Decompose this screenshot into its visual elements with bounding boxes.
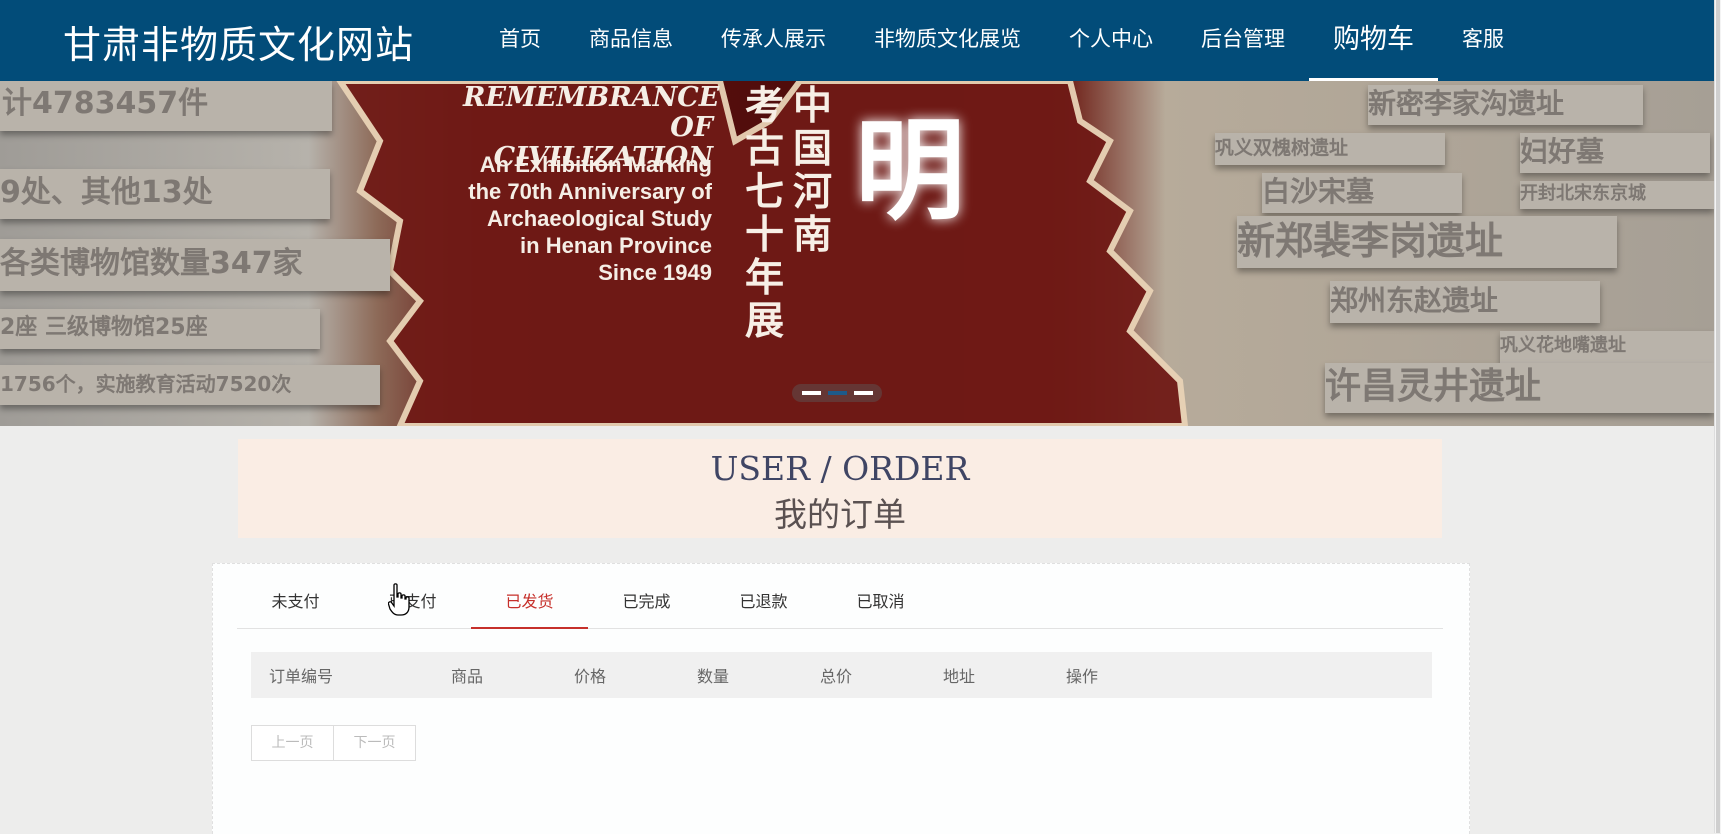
top-nav-bar: 甘肃非物质文化网站 首页 商品信息 传承人展示 非物质文化展览 个人中心 后台管…	[0, 0, 1721, 81]
plaque: 许昌灵井遗址	[1325, 363, 1714, 413]
column-header-address: 地址	[943, 667, 976, 686]
plaque: 9处、其他13处	[0, 169, 330, 219]
banner-cn-title-col1: 中国河南	[793, 84, 833, 258]
next-page-button[interactable]: 下一页	[334, 725, 416, 761]
tab-paid[interactable]: 已支付	[354, 564, 471, 628]
nav-item-home[interactable]: 首页	[475, 0, 565, 81]
banner-carousel: 计4783457件 9处、其他13处 各类博物馆数量347家 2座 三级博物馆2…	[0, 81, 1714, 426]
nav-item-customer-service[interactable]: 客服	[1438, 0, 1528, 81]
column-header-total: 总价	[820, 667, 853, 686]
page-heading-en: USER / ORDER	[710, 449, 970, 488]
plaque: 郑州东赵遗址	[1330, 281, 1600, 323]
carousel-dot-3[interactable]	[853, 391, 873, 395]
column-header-actions: 操作	[1066, 667, 1099, 686]
site-title[interactable]: 甘肃非物质文化网站	[63, 14, 414, 69]
banner-subtitle-en: An Exhibition Marking the 70th Anniversa…	[468, 152, 712, 285]
nav-item-products[interactable]: 商品信息	[565, 0, 697, 81]
nav-item-exhibition[interactable]: 非物质文化展览	[850, 0, 1045, 81]
column-header-price: 价格	[574, 667, 607, 686]
carousel-dot-1[interactable]	[801, 391, 821, 395]
carousel-dot-2[interactable]	[827, 391, 847, 395]
prev-page-button[interactable]: 上一页	[251, 725, 334, 761]
plaque: 妇好墓	[1520, 133, 1710, 173]
scrollbar-thumb[interactable]	[1716, 0, 1720, 833]
carousel-indicators	[792, 384, 882, 402]
plaque: 各类博物馆数量347家	[0, 239, 390, 291]
page-scrollbar[interactable]	[1714, 0, 1721, 833]
banner-glowing-character: 明	[855, 107, 965, 235]
column-header-quantity: 数量	[697, 667, 730, 686]
nav-item-inheritors[interactable]: 传承人展示	[697, 0, 850, 81]
plaque: 白沙宋墓	[1262, 173, 1462, 213]
tab-completed[interactable]: 已完成	[588, 564, 705, 628]
nav-item-admin[interactable]: 后台管理	[1177, 0, 1309, 81]
plaque: 1756个，实施教育活动7520次	[0, 365, 380, 405]
main-nav: 首页 商品信息 传承人展示 非物质文化展览 个人中心 后台管理 购物车 客服	[475, 0, 1528, 81]
tab-unpaid[interactable]: 未支付	[237, 564, 354, 628]
column-header-order-number: 订单编号	[269, 667, 334, 686]
plaque: 2座 三级博物馆25座	[0, 309, 320, 349]
page-heading-cn: 我的订单	[774, 495, 906, 534]
tab-shipped[interactable]: 已发货	[471, 564, 588, 629]
nav-item-personal-center[interactable]: 个人中心	[1045, 0, 1177, 81]
page-heading: USER / ORDER 我的订单	[238, 439, 1442, 538]
nav-item-cart[interactable]: 购物车	[1309, 0, 1438, 81]
plaque: 巩义花地嘴遗址	[1500, 331, 1714, 363]
column-header-product: 商品	[451, 667, 484, 686]
order-status-tabs: 未支付 已支付 已发货 已完成 已退款 已取消	[237, 564, 1443, 629]
orders-table-header: 订单编号 商品 价格 数量 总价 地址 操作	[251, 652, 1432, 698]
plaque: 巩义双槐树遗址	[1215, 133, 1445, 165]
tab-cancelled[interactable]: 已取消	[822, 564, 939, 628]
hand-pointer-cursor-icon	[388, 583, 410, 616]
tab-refunded[interactable]: 已退款	[705, 564, 822, 628]
pagination: 上一页 下一页	[251, 725, 416, 761]
plaque: 开封北宋东京城	[1520, 181, 1714, 209]
plaque: 计4783457件	[0, 81, 332, 131]
plaque: 新郑裴李岗遗址	[1237, 216, 1617, 268]
banner-cn-title-col2: 考古七十年展	[745, 84, 785, 344]
plaque: 新密李家沟遗址	[1368, 85, 1643, 125]
